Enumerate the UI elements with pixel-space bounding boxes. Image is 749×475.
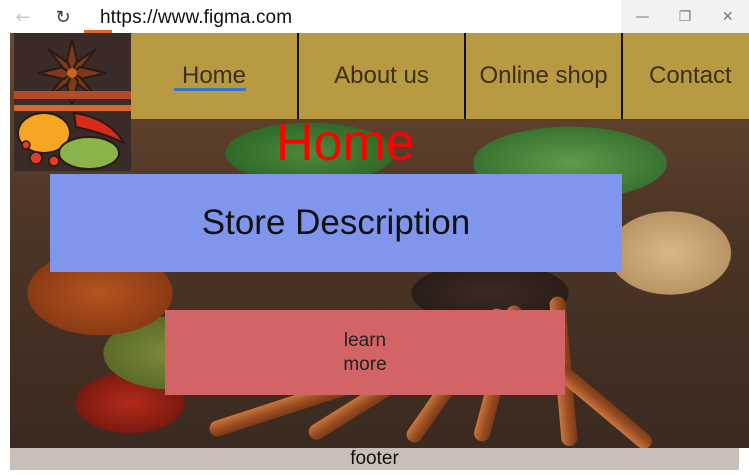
learn-more-button[interactable]: learn more	[165, 310, 565, 395]
address-bar[interactable]: https://www.figma.com	[100, 7, 292, 29]
browser-toolbar: ← ↻ https://www.figma.com — ❐ ✕	[0, 0, 749, 34]
web-page: Home About us Online shop Contact Home S…	[10, 33, 749, 448]
restore-icon[interactable]: ❐	[664, 0, 707, 34]
nav-item-label: Online shop	[479, 62, 608, 89]
reload-icon[interactable]: ↻	[52, 6, 74, 28]
store-logo[interactable]	[14, 33, 131, 171]
nav-item-online-shop[interactable]: Online shop	[466, 33, 623, 119]
nav-item-label: About us	[334, 62, 429, 89]
page-title: Home	[276, 114, 415, 172]
close-icon[interactable]: ✕	[706, 0, 749, 34]
nav-item-label: Contact	[649, 62, 732, 89]
main-navigation: Home About us Online shop Contact	[131, 33, 749, 119]
window-controls: — ❐ ✕	[621, 0, 749, 34]
nav-item-contact[interactable]: Contact	[623, 33, 749, 119]
spice-logo-icon	[14, 33, 131, 171]
page-footer: footer	[10, 448, 739, 470]
nav-item-label: Home	[181, 62, 247, 89]
minimize-icon[interactable]: —	[621, 0, 664, 34]
store-description: Store Description	[50, 174, 622, 272]
nav-item-about-us[interactable]: About us	[299, 33, 466, 119]
active-indicator	[174, 88, 246, 91]
nav-item-home[interactable]: Home	[131, 33, 299, 119]
learn-more-label: learn more	[343, 329, 387, 375]
back-arrow-icon[interactable]: ←	[12, 6, 34, 28]
